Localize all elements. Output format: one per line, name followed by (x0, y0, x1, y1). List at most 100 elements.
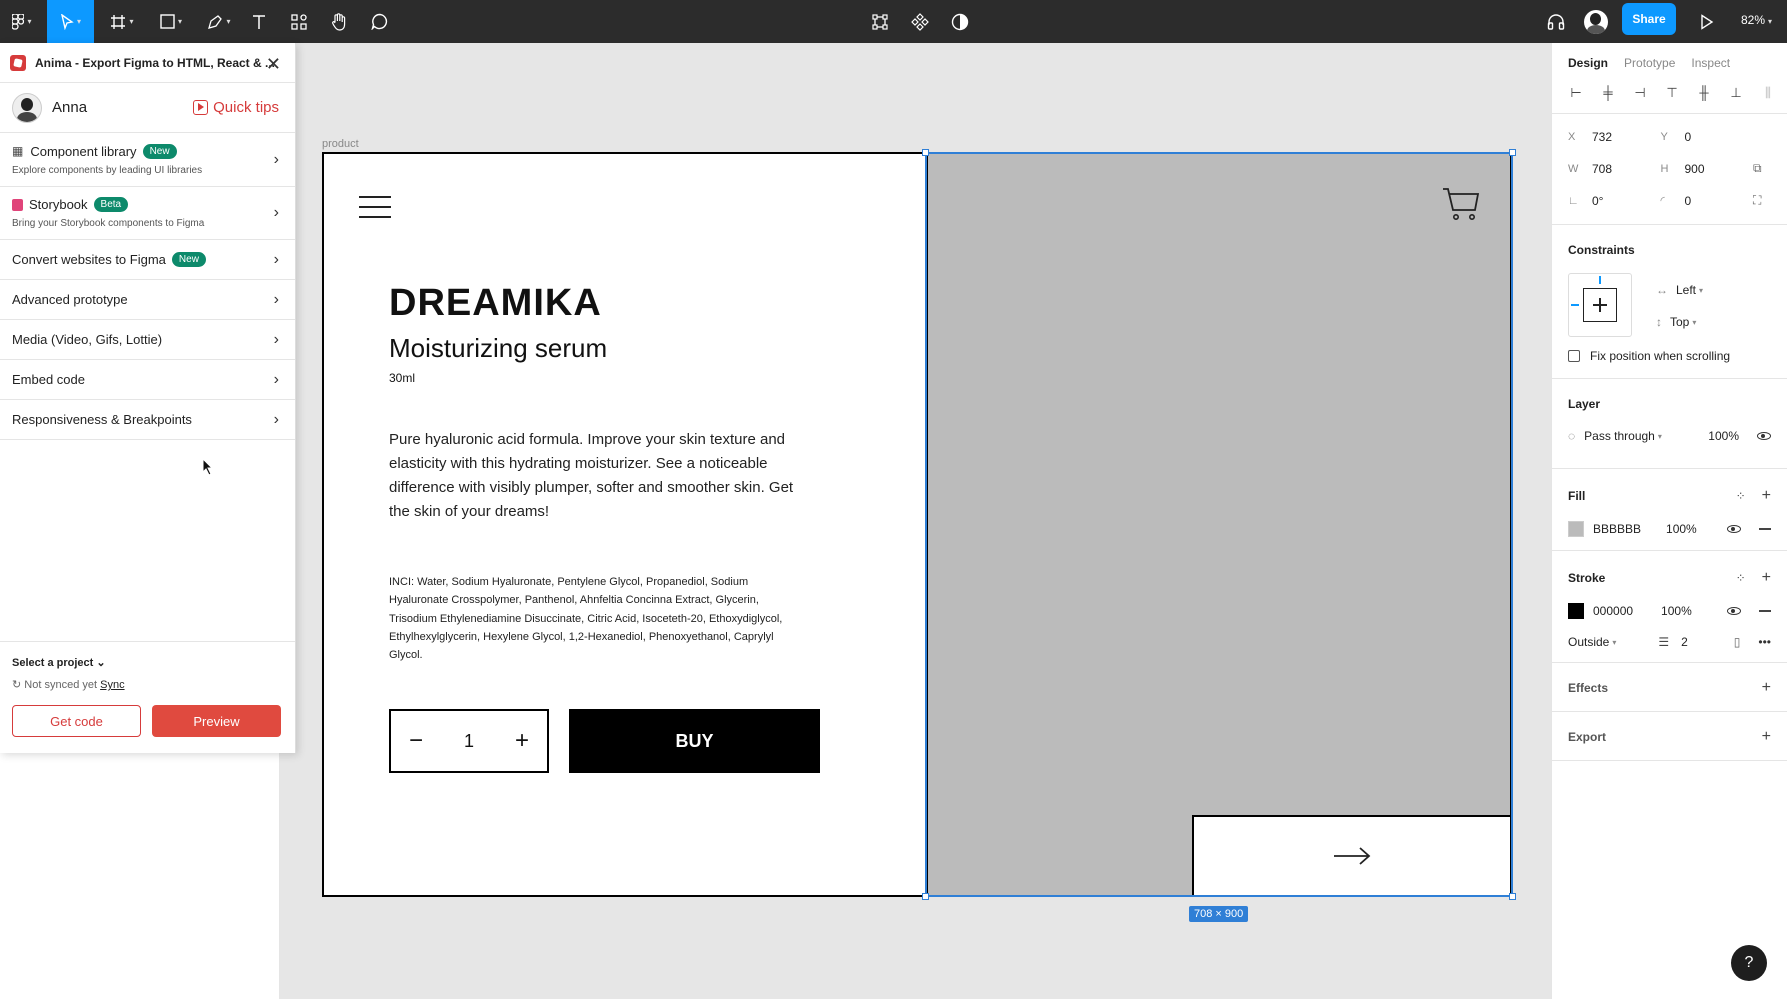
align-right-icon[interactable]: ⊣ (1632, 85, 1648, 101)
figma-menu-button[interactable]: ▾ (6, 0, 38, 43)
chevron-right-icon: › (273, 204, 279, 221)
user-avatar-button[interactable] (1582, 0, 1610, 43)
add-effect-icon[interactable]: + (1762, 679, 1771, 697)
quantity-minus-button[interactable]: − (409, 727, 423, 755)
add-export-icon[interactable]: + (1762, 728, 1771, 746)
cart-icon[interactable] (1442, 186, 1480, 222)
stroke-opacity-field[interactable]: 100% (1661, 604, 1692, 618)
present-button[interactable] (1695, 0, 1719, 43)
avatar (1584, 9, 1608, 34)
frame-tool-button[interactable]: ▾ (104, 0, 140, 43)
style-grid-icon[interactable]: ⁘ (1736, 571, 1746, 585)
align-bottom-icon[interactable]: ⊥ (1728, 85, 1744, 101)
align-top-icon[interactable]: ⊤ (1664, 85, 1680, 101)
transform-button[interactable] (868, 0, 892, 43)
close-icon[interactable]: ✕ (266, 54, 281, 75)
eye-icon[interactable] (1727, 607, 1741, 615)
not-synced-label: Not synced yet (24, 679, 98, 691)
product-image-placeholder[interactable] (927, 154, 1510, 895)
eye-icon[interactable] (1757, 432, 1771, 440)
tab-inspect[interactable]: Inspect (1691, 56, 1730, 70)
help-button[interactable]: ? (1731, 945, 1767, 981)
menu-item-storybook[interactable]: Storybook Beta Bring your Storybook compo… (0, 187, 295, 240)
add-fill-icon[interactable]: + (1762, 487, 1771, 504)
anima-plugin-panel: Anima - Export Figma to HTML, React & ..… (0, 43, 296, 753)
vertical-constraint-dropdown[interactable]: ↕ Top ▾ (1640, 315, 1712, 329)
fill-opacity-field[interactable]: 100% (1666, 522, 1697, 536)
independent-corners-icon[interactable]: ⛶ (1753, 193, 1771, 208)
product-frame[interactable]: DREAMIKA Moisturizing serum 30ml Pure hy… (322, 152, 1512, 897)
stroke-hex-field[interactable]: 000000 (1593, 604, 1633, 618)
buy-button[interactable]: BUY (569, 709, 820, 773)
next-slide-button[interactable] (1192, 815, 1510, 895)
menu-item-advanced-prototype[interactable]: Advanced prototype › (0, 280, 295, 320)
horizontal-constraint-dropdown[interactable]: ↔ Left ▾ (1640, 283, 1719, 297)
zoom-dropdown[interactable]: 82% ▾ (1741, 13, 1772, 27)
stroke-position-dropdown[interactable]: Outside (1568, 635, 1609, 649)
more-options-icon[interactable]: ••• (1758, 635, 1771, 649)
audio-button[interactable] (1544, 0, 1568, 43)
tab-prototype[interactable]: Prototype (1624, 56, 1675, 70)
effects-section: Effects + (1552, 663, 1787, 712)
menu-item-embed-code[interactable]: Embed code › (0, 360, 295, 400)
grid-icon: ▦ (12, 144, 24, 158)
rotation-field[interactable]: ∟ 0° (1568, 193, 1661, 208)
distribute-icon[interactable]: ⫼ (1760, 85, 1776, 101)
chevron-down-icon: ▾ (27, 17, 32, 26)
y-field[interactable]: Y0 (1661, 130, 1754, 144)
height-field[interactable]: H 900 (1661, 161, 1754, 176)
layer-opacity-field[interactable]: 100% (1708, 429, 1739, 443)
quantity-plus-button[interactable]: + (515, 727, 529, 755)
select-project-dropdown[interactable]: Select a project ⌄ (12, 656, 283, 669)
pen-tool-button[interactable]: ▾ (201, 0, 237, 43)
constrain-proportions-icon[interactable]: ⧉ (1753, 161, 1771, 176)
menu-item-convert-websites[interactable]: Convert websites to Figma New › (0, 240, 295, 280)
constraints-widget[interactable] (1568, 273, 1632, 337)
menu-item-component-library[interactable]: ▦ Component library New Explore components… (0, 133, 295, 187)
x-field[interactable]: X 732 (1568, 130, 1661, 144)
avatar[interactable] (12, 92, 42, 123)
move-tool-button[interactable]: ▾ (47, 0, 94, 43)
remove-stroke-icon[interactable] (1759, 610, 1771, 612)
contrast-button[interactable] (948, 0, 972, 43)
share-button[interactable]: Share (1622, 3, 1676, 35)
alignment-toolbar: ⊢ ╪ ⊣ ⊤ ╫ ⊥ ⫼ (1552, 70, 1787, 114)
menu-item-label: Responsiveness & Breakpoints (12, 412, 192, 427)
fill-section: Fill ⁘ + BBBBBB 100% (1552, 469, 1787, 551)
menu-item-media[interactable]: Media (Video, Gifs, Lottie) › (0, 320, 295, 360)
sync-link[interactable]: Sync (100, 679, 124, 691)
horizontal-constraint-icon: ↔ (1656, 283, 1668, 297)
comment-tool-button[interactable] (367, 0, 391, 43)
stroke-sides-icon[interactable]: ▯ (1734, 635, 1741, 649)
menu-item-subtitle: Bring your Storybook components to Figma (12, 218, 205, 229)
fill-swatch[interactable] (1568, 521, 1584, 537)
align-center-horizontal-icon[interactable]: ╪ (1600, 85, 1616, 101)
hamburger-menu-icon[interactable] (359, 196, 391, 218)
hand-tool-button[interactable] (327, 0, 351, 43)
preview-button[interactable]: Preview (152, 705, 281, 737)
blend-mode-dropdown[interactable]: Pass through (1584, 429, 1655, 443)
eye-icon[interactable] (1727, 525, 1741, 533)
menu-item-responsiveness[interactable]: Responsiveness & Breakpoints › (0, 400, 295, 440)
tab-design[interactable]: Design (1568, 56, 1608, 70)
align-left-icon[interactable]: ⊢ (1568, 85, 1584, 101)
style-grid-icon[interactable]: ⁘ (1736, 489, 1746, 503)
stroke-weight-field[interactable]: 2 (1681, 635, 1688, 649)
component-button[interactable] (908, 0, 932, 43)
align-middle-vertical-icon[interactable]: ╫ (1696, 85, 1712, 101)
get-code-button[interactable]: Get code (12, 705, 141, 737)
frame-label[interactable]: product (322, 138, 359, 150)
width-field[interactable]: W 708 (1568, 161, 1661, 176)
resources-button[interactable] (287, 0, 311, 43)
chevron-right-icon: › (273, 150, 279, 168)
shape-tool-button[interactable]: ▾ (153, 0, 189, 43)
stroke-swatch[interactable] (1568, 603, 1584, 619)
corner-radius-field[interactable]: ◜ 0 (1661, 193, 1754, 208)
remove-fill-icon[interactable] (1759, 528, 1771, 530)
quick-tips-link[interactable]: Quick tips (193, 99, 279, 116)
fill-hex-field[interactable]: BBBBBB (1593, 522, 1641, 536)
text-tool-button[interactable] (247, 0, 271, 43)
fix-position-checkbox[interactable]: Fix position when scrolling (1552, 349, 1746, 363)
add-stroke-icon[interactable]: + (1762, 569, 1771, 586)
chevron-right-icon: › (273, 330, 279, 348)
